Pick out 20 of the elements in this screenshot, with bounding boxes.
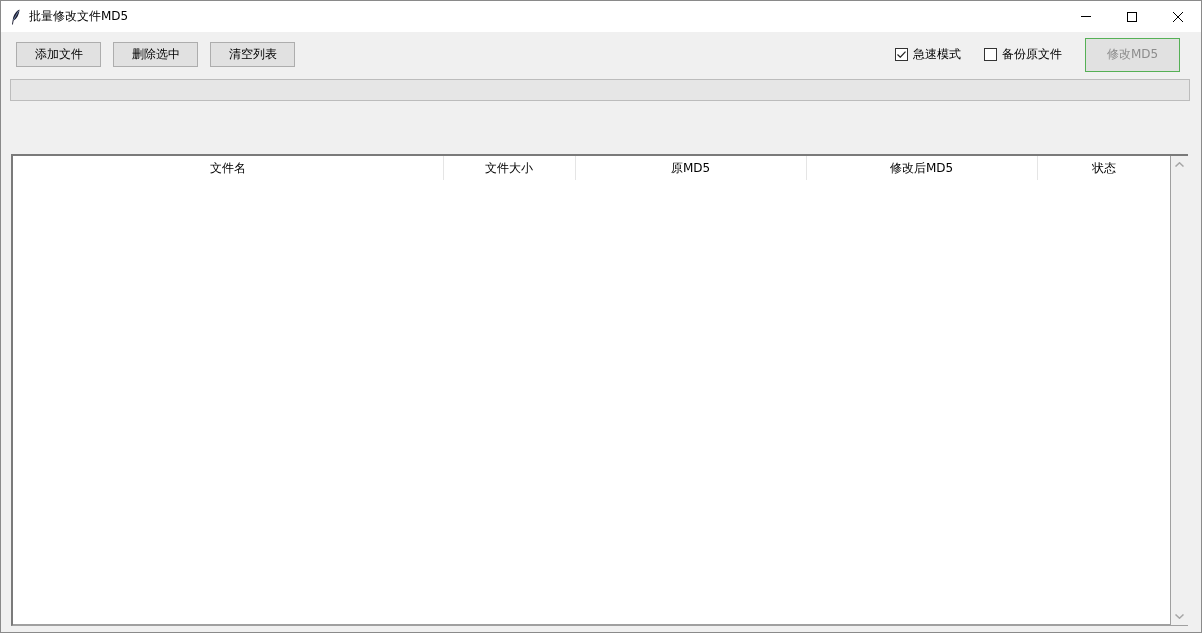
minimize-icon — [1081, 16, 1091, 17]
maximize-icon — [1127, 11, 1137, 22]
checkbox-label[interactable]: 备份原文件 — [1002, 46, 1062, 63]
chevron-up-icon[interactable] — [1175, 162, 1184, 167]
chevron-down-icon[interactable] — [1175, 614, 1184, 619]
window-title: 批量修改文件MD5 — [29, 8, 129, 25]
column-header[interactable]: 状态 — [1037, 156, 1170, 180]
column-header[interactable]: 原MD5 — [575, 156, 807, 180]
checkbox[interactable] — [984, 48, 997, 61]
checkbox[interactable] — [895, 48, 908, 61]
toolbar-button[interactable]: 添加文件 — [16, 42, 101, 67]
column-header[interactable]: 文件大小 — [444, 156, 576, 180]
tick-icon — [897, 51, 906, 58]
toolbar-button[interactable]: 清空列表 — [210, 42, 295, 67]
toolbar-button[interactable]: 删除选中 — [113, 42, 198, 67]
feather-icon — [11, 8, 20, 25]
column-header[interactable]: 文件名 — [13, 156, 445, 180]
column-header[interactable]: 修改后MD5 — [806, 156, 1038, 180]
close-icon — [1173, 11, 1183, 22]
checkbox-label[interactable]: 急速模式 — [913, 46, 961, 63]
